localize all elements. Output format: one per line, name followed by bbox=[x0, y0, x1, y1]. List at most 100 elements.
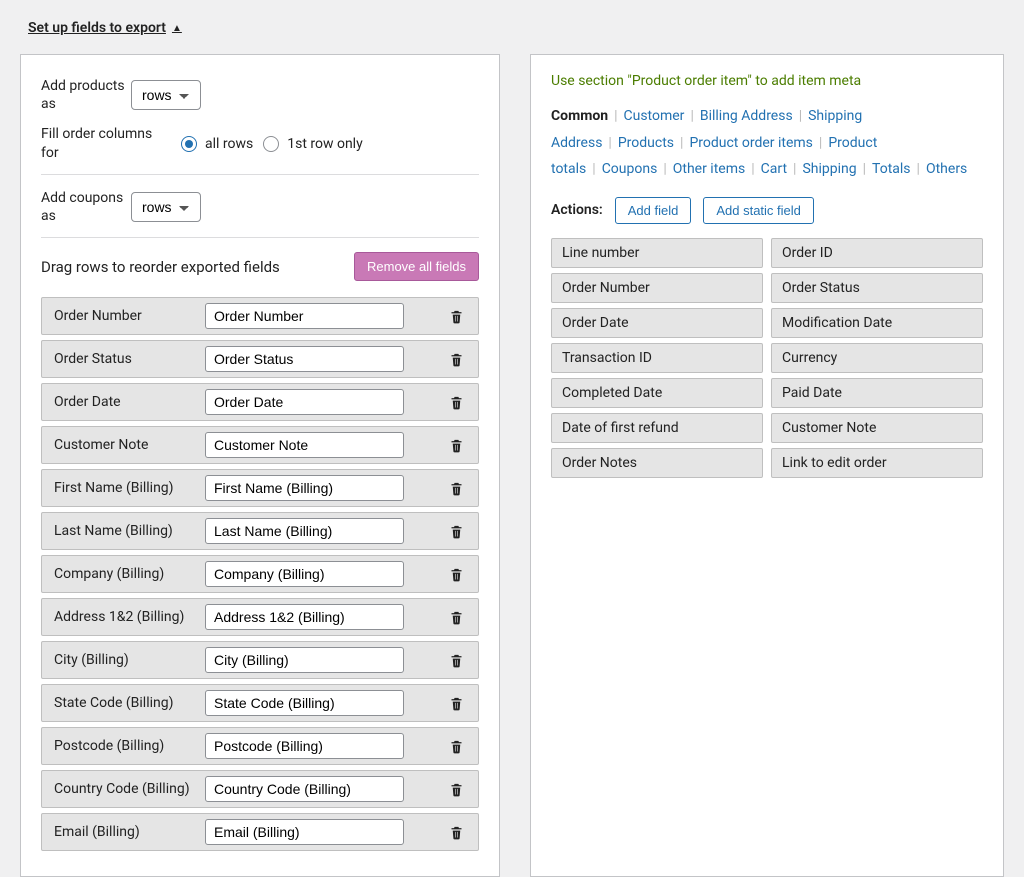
field-name-input[interactable] bbox=[205, 647, 404, 673]
field-label: Order Status bbox=[50, 351, 195, 367]
field-row[interactable]: Order Date bbox=[41, 383, 479, 421]
tab-customer[interactable]: Customer bbox=[624, 108, 685, 124]
field-row[interactable]: First Name (Billing) bbox=[41, 469, 479, 507]
trash-icon[interactable] bbox=[449, 308, 464, 325]
trash-icon[interactable] bbox=[449, 781, 464, 798]
tab-other-items[interactable]: Other items bbox=[673, 161, 745, 177]
field-name-input[interactable] bbox=[205, 776, 404, 802]
field-name-input[interactable] bbox=[205, 561, 404, 587]
field-label: Address 1&2 (Billing) bbox=[50, 609, 195, 625]
tab-product-order-items[interactable]: Product order items bbox=[689, 135, 812, 151]
add-products-select[interactable]: rows bbox=[131, 80, 201, 110]
available-field[interactable]: Order Status bbox=[771, 273, 983, 303]
field-label: Customer Note bbox=[50, 437, 195, 453]
tab-billing-address[interactable]: Billing Address bbox=[700, 108, 793, 124]
field-row[interactable]: Order Number bbox=[41, 297, 479, 335]
field-row[interactable]: Customer Note bbox=[41, 426, 479, 464]
field-list: Order Number Order Status Order Date Custom… bbox=[41, 297, 479, 851]
available-field[interactable]: Order ID bbox=[771, 238, 983, 268]
add-coupons-label: Add coupons as bbox=[41, 189, 131, 225]
field-name-input[interactable] bbox=[205, 389, 404, 415]
field-row[interactable]: State Code (Billing) bbox=[41, 684, 479, 722]
separator: | bbox=[602, 135, 617, 151]
tab-cart[interactable]: Cart bbox=[761, 161, 787, 177]
section-toggle[interactable]: Set up fields to export ▲ bbox=[28, 20, 182, 36]
field-row[interactable]: Company (Billing) bbox=[41, 555, 479, 593]
trash-icon[interactable] bbox=[449, 394, 464, 411]
fill-first-row-option[interactable]: 1st row only bbox=[263, 136, 362, 152]
separator: | bbox=[674, 135, 689, 151]
field-row[interactable]: Last Name (Billing) bbox=[41, 512, 479, 550]
field-label: Order Date bbox=[50, 394, 195, 410]
field-label: Company (Billing) bbox=[50, 566, 195, 582]
field-name-input[interactable] bbox=[205, 604, 404, 630]
hint-text: Use section "Product order item" to add … bbox=[551, 73, 983, 89]
export-fields-panel: Add products as rows Fill order columns … bbox=[20, 54, 500, 877]
available-field[interactable]: Completed Date bbox=[551, 378, 763, 408]
trash-icon[interactable] bbox=[449, 695, 464, 712]
field-row[interactable]: Address 1&2 (Billing) bbox=[41, 598, 479, 636]
tab-coupons[interactable]: Coupons bbox=[602, 161, 658, 177]
trash-icon[interactable] bbox=[449, 738, 464, 755]
available-field[interactable]: Order Date bbox=[551, 308, 763, 338]
field-name-input[interactable] bbox=[205, 733, 404, 759]
available-field[interactable]: Modification Date bbox=[771, 308, 983, 338]
available-field[interactable]: Date of first refund bbox=[551, 413, 763, 443]
trash-icon[interactable] bbox=[449, 609, 464, 626]
field-label: Order Number bbox=[50, 308, 195, 324]
field-name-input[interactable] bbox=[205, 690, 404, 716]
add-static-field-button[interactable]: Add static field bbox=[703, 197, 814, 224]
available-field[interactable]: Order Number bbox=[551, 273, 763, 303]
available-field[interactable]: Line number bbox=[551, 238, 763, 268]
field-name-input[interactable] bbox=[205, 518, 404, 544]
separator: | bbox=[787, 161, 802, 177]
tab-totals[interactable]: Totals bbox=[872, 161, 911, 177]
field-label: Postcode (Billing) bbox=[50, 738, 195, 754]
available-field[interactable]: Order Notes bbox=[551, 448, 763, 478]
available-field[interactable]: Paid Date bbox=[771, 378, 983, 408]
trash-icon[interactable] bbox=[449, 523, 464, 540]
available-field[interactable]: Customer Note bbox=[771, 413, 983, 443]
tab-others[interactable]: Others bbox=[926, 161, 967, 177]
trash-icon[interactable] bbox=[449, 566, 464, 583]
fill-first-row-radio[interactable] bbox=[263, 136, 279, 152]
add-coupons-select[interactable]: rows bbox=[131, 192, 201, 222]
separator: | bbox=[911, 161, 926, 177]
add-field-button[interactable]: Add field bbox=[615, 197, 692, 224]
field-label: Last Name (Billing) bbox=[50, 523, 195, 539]
trash-icon[interactable] bbox=[449, 480, 464, 497]
field-name-input[interactable] bbox=[205, 819, 404, 845]
trash-icon[interactable] bbox=[449, 437, 464, 454]
tab-shipping[interactable]: Shipping bbox=[802, 161, 856, 177]
add-products-label: Add products as bbox=[41, 77, 131, 113]
field-name-input[interactable] bbox=[205, 346, 404, 372]
trash-icon[interactable] bbox=[449, 652, 464, 669]
fill-all-rows-option[interactable]: all rows bbox=[181, 136, 253, 152]
field-name-input[interactable] bbox=[205, 475, 404, 501]
remove-all-fields-button[interactable]: Remove all fields bbox=[354, 252, 479, 281]
tab-products[interactable]: Products bbox=[618, 135, 674, 151]
separator: | bbox=[813, 135, 828, 151]
section-title: Set up fields to export bbox=[28, 20, 166, 36]
field-label: Country Code (Billing) bbox=[50, 781, 195, 797]
field-row[interactable]: Email (Billing) bbox=[41, 813, 479, 851]
field-row[interactable]: Postcode (Billing) bbox=[41, 727, 479, 765]
available-field[interactable]: Transaction ID bbox=[551, 343, 763, 373]
field-name-input[interactable] bbox=[205, 432, 404, 458]
available-fields-panel: Use section "Product order item" to add … bbox=[530, 54, 1004, 877]
separator: | bbox=[793, 108, 808, 124]
field-label: State Code (Billing) bbox=[50, 695, 195, 711]
fill-all-rows-radio[interactable] bbox=[181, 136, 197, 152]
field-name-input[interactable] bbox=[205, 303, 404, 329]
field-groups-tabs: Common|Customer|Billing Address|Shipping… bbox=[551, 103, 983, 183]
available-field[interactable]: Link to edit order bbox=[771, 448, 983, 478]
field-row[interactable]: Order Status bbox=[41, 340, 479, 378]
tab-common: Common bbox=[551, 108, 608, 124]
field-row[interactable]: Country Code (Billing) bbox=[41, 770, 479, 808]
reorder-title: Drag rows to reorder exported fields bbox=[41, 258, 280, 276]
available-field[interactable]: Currency bbox=[771, 343, 983, 373]
field-row[interactable]: City (Billing) bbox=[41, 641, 479, 679]
trash-icon[interactable] bbox=[449, 824, 464, 841]
trash-icon[interactable] bbox=[449, 351, 464, 368]
field-label: Email (Billing) bbox=[50, 824, 195, 840]
